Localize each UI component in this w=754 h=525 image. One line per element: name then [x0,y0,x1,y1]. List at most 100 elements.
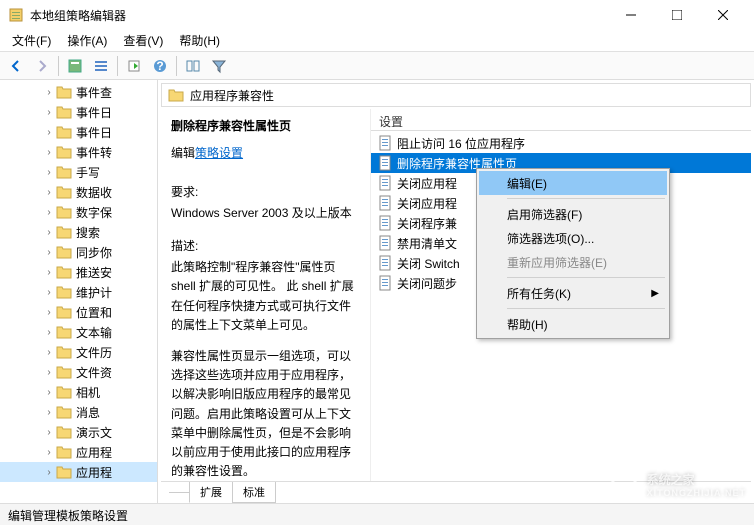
tree-item[interactable]: ›应用程 [0,442,157,462]
policy-settings-link[interactable]: 策略设置 [195,144,243,161]
tree-item[interactable]: › 数字保 [0,202,157,222]
tree-item-label: 事件转 [76,144,112,161]
expand-arrow-icon[interactable]: › [44,227,54,238]
separator [507,277,665,278]
menu-action[interactable]: 操作(A) [59,30,115,51]
expand-arrow-icon[interactable]: › [44,347,54,358]
tree[interactable]: ›事件查›事件日›事件日›事件转›手写›数据收›数字保›搜索›同步你›推送安›维… [0,80,157,503]
desc-label: 描述: [171,237,360,254]
tree-item[interactable]: ›事件日 [0,102,157,122]
ctx-edit[interactable]: 编辑(E) [479,171,667,195]
tree-item-label: 相机 [76,384,100,401]
maximize-button[interactable] [654,0,700,30]
expand-arrow-icon[interactable]: › [44,467,54,478]
setting-label: 关闭应用程 [397,195,457,212]
tree-item[interactable]: › 消息 [0,402,157,422]
expand-arrow-icon[interactable]: › [44,307,54,318]
req-text: Windows Server 2003 及以上版本 [171,204,360,223]
settings-column-header[interactable]: 设置 [371,109,751,131]
expand-arrow-icon[interactable]: › [44,367,54,378]
tree-item[interactable]: › 同步你 [0,242,157,262]
tree-item[interactable]: › 事件转 [0,142,157,162]
tree-item-label: 同步你 [76,244,112,261]
ctx-all-tasks[interactable]: 所有任务(K)▶ [479,281,667,305]
expand-arrow-icon[interactable]: › [44,127,54,138]
ctx-filter-on[interactable]: 启用筛选器(F) [479,202,667,226]
expand-arrow-icon[interactable]: › [44,87,54,98]
tree-item[interactable]: › 手写 [0,162,157,182]
setting-label: 关闭问题步 [397,275,457,292]
ctx-help[interactable]: 帮助(H) [479,312,667,336]
expand-arrow-icon[interactable]: › [44,287,54,298]
tree-item[interactable]: › 文本输 [0,322,157,342]
tree-item[interactable]: ›推送安 [0,262,157,282]
tree-item[interactable]: › 位置和 [0,302,157,322]
list-button[interactable] [89,54,113,78]
close-button[interactable] [700,0,746,30]
expand-arrow-icon[interactable]: › [44,207,54,218]
context-menu: 编辑(E) 启用筛选器(F) 筛选器选项(O)... 重新应用筛选器(E) 所有… [476,168,670,339]
show-hide-button[interactable] [181,54,205,78]
tree-item[interactable]: › 维护计 [0,282,157,302]
tree-item[interactable]: › 相机 [0,382,157,402]
tree-item-label: 文本输 [76,324,112,341]
expand-arrow-icon[interactable]: › [44,107,54,118]
tree-item[interactable]: ›演示文 [0,422,157,442]
expand-arrow-icon[interactable]: › [44,387,54,398]
tree-item[interactable]: › 文件资 [0,362,157,382]
separator [176,56,177,76]
tree-item[interactable]: › 事件查 [0,82,157,102]
menubar: 文件(F) 操作(A) 查看(V) 帮助(H) [0,30,754,52]
statusbar: 编辑管理模板策略设置 [0,503,754,525]
properties-button[interactable] [63,54,87,78]
tree-item-label: 维护计 [76,284,112,301]
setting-label: 关闭程序兼 [397,215,457,232]
expand-arrow-icon[interactable]: › [44,427,54,438]
ctx-filter-options[interactable]: 筛选器选项(O)... [479,226,667,250]
expand-arrow-icon[interactable]: › [44,167,54,178]
expand-arrow-icon[interactable]: › [44,447,54,458]
tree-item[interactable]: ›文件历 [0,342,157,362]
tree-item-label: 手写 [76,164,100,181]
setting-item[interactable]: 阻止访问 16 位应用程序 [371,133,751,153]
tree-item-label: 事件查 [76,84,112,101]
setting-label: 禁用清单文 [397,235,457,252]
forward-button[interactable] [30,54,54,78]
expand-arrow-icon[interactable]: › [44,187,54,198]
folder-icon [168,88,184,102]
filter-button[interactable] [207,54,231,78]
separator [507,198,665,199]
menu-view[interactable]: 查看(V) [115,30,171,51]
separator [507,308,665,309]
back-button[interactable] [4,54,28,78]
export-button[interactable] [122,54,146,78]
tree-item-label: 应用程 [76,464,112,481]
detail-panel: 删除程序兼容性属性页 编辑策略设置 要求: Windows Server 200… [161,109,371,481]
help-button[interactable]: ? [148,54,172,78]
content-header: 应用程序兼容性 [161,83,751,107]
tree-item-label: 文件资 [76,364,112,381]
expand-arrow-icon[interactable]: › [44,247,54,258]
titlebar: 本地组策略编辑器 [0,0,754,30]
tree-item-label: 消息 [76,404,100,421]
chevron-right-icon: ▶ [651,288,659,299]
expand-arrow-icon[interactable]: › [44,147,54,158]
setting-label: 关闭 Switch [397,255,460,272]
tree-item[interactable]: ›事件日 [0,122,157,142]
setting-label: 关闭应用程 [397,175,457,192]
status-text: 编辑管理模板策略设置 [8,509,128,523]
tab-extended[interactable]: 扩展 [189,482,233,503]
tree-item[interactable]: › 应用程 [0,462,157,482]
menu-file[interactable]: 文件(F) [4,30,59,51]
minimize-button[interactable] [608,0,654,30]
expand-arrow-icon[interactable]: › [44,327,54,338]
menu-help[interactable]: 帮助(H) [171,30,228,51]
tree-item-label: 数字保 [76,204,112,221]
tree-item[interactable]: ›搜索 [0,222,157,242]
tree-item[interactable]: › 数据收 [0,182,157,202]
tree-item-label: 位置和 [76,304,112,321]
expand-arrow-icon[interactable]: › [44,407,54,418]
tree-item-label: 数据收 [76,184,112,201]
tab-standard[interactable]: 标准 [232,482,276,503]
expand-arrow-icon[interactable]: › [44,267,54,278]
